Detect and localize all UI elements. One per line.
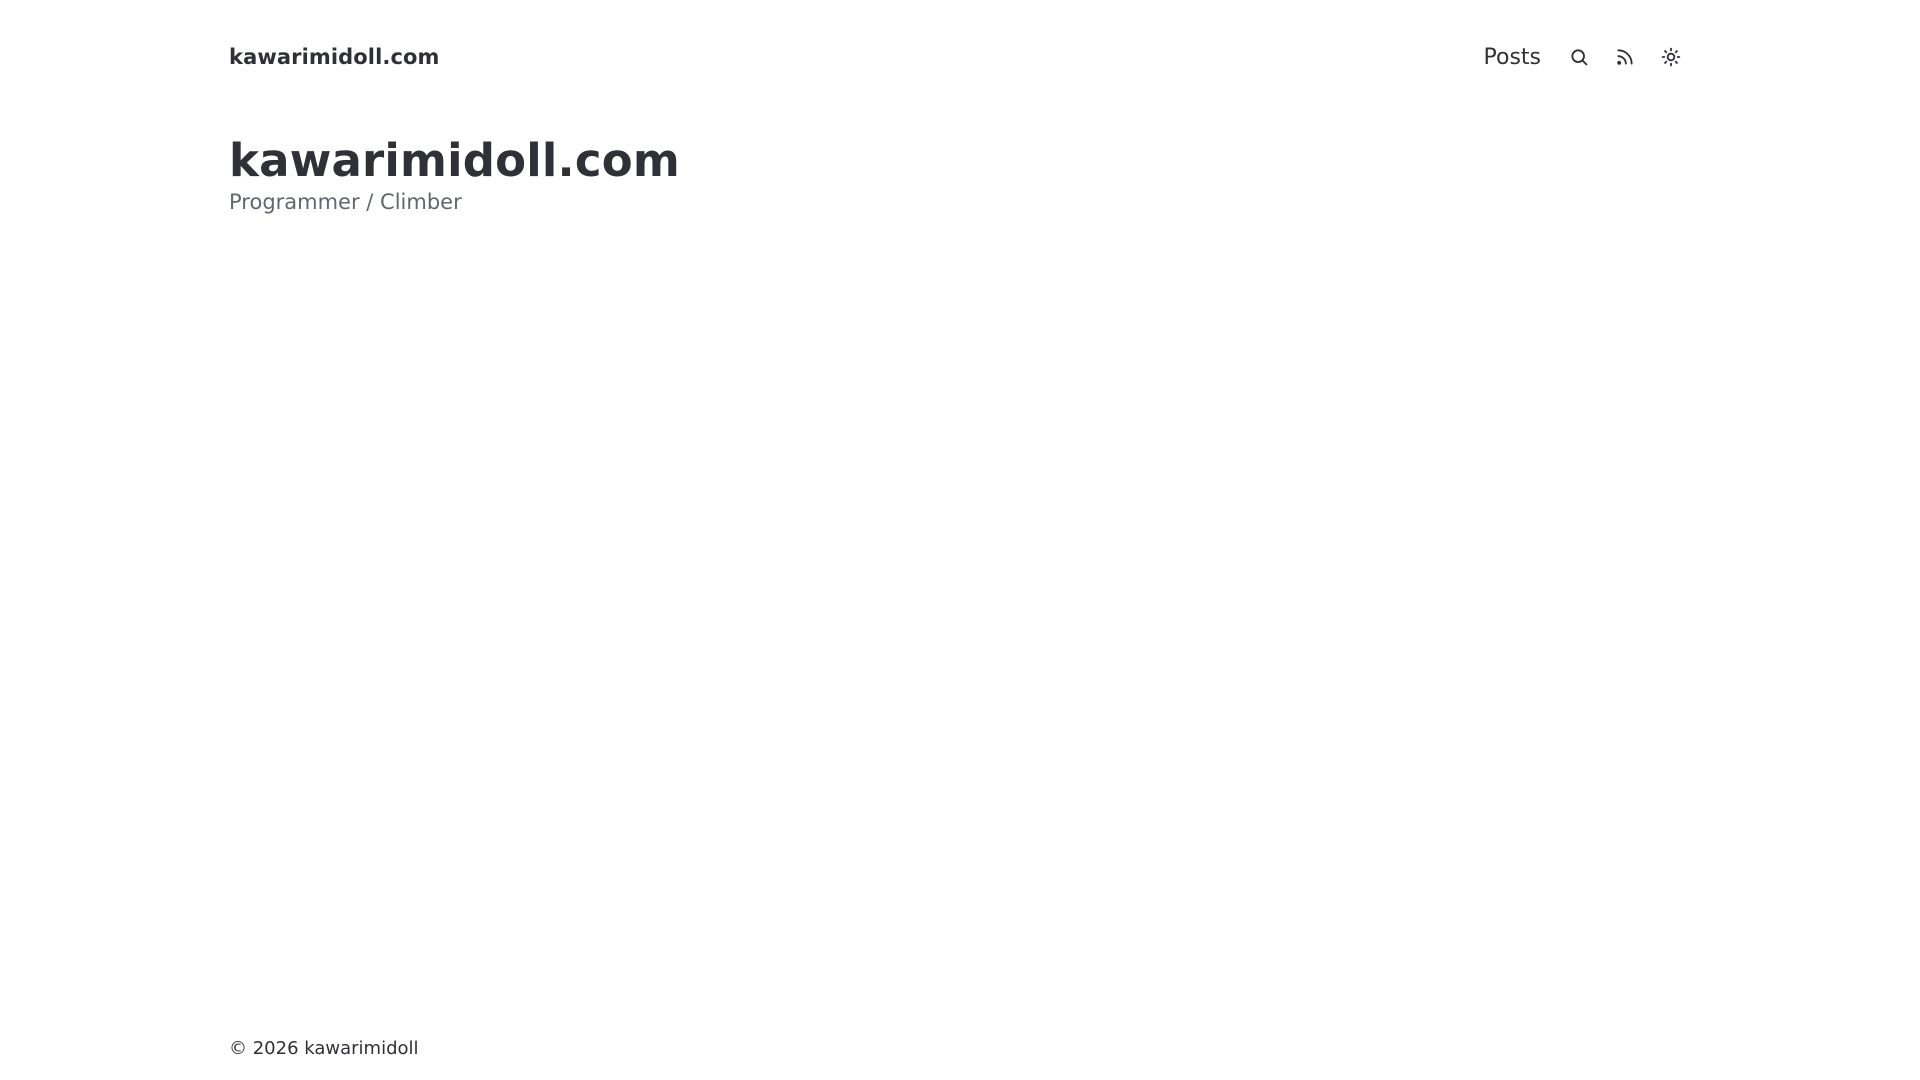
copyright-text: © 2026 kawarimidoll — [229, 1038, 419, 1059]
site-brand-link[interactable]: kawarimidoll.com — [229, 45, 440, 69]
page-subtitle: Programmer / Climber — [229, 190, 462, 214]
page-title: kawarimidoll.com — [229, 134, 680, 187]
rss-icon[interactable] — [1613, 45, 1637, 69]
site-header: kawarimidoll.com Posts — [229, 40, 1683, 74]
search-icon[interactable] — [1567, 45, 1591, 69]
nav-posts-link[interactable]: Posts — [1484, 45, 1542, 70]
sun-icon[interactable] — [1659, 45, 1683, 69]
intro-section: kawarimidoll.com Programmer / Climber — [229, 132, 680, 216]
site-footer: © 2026 kawarimidoll — [229, 1038, 419, 1059]
main-nav: Posts — [1484, 45, 1684, 70]
